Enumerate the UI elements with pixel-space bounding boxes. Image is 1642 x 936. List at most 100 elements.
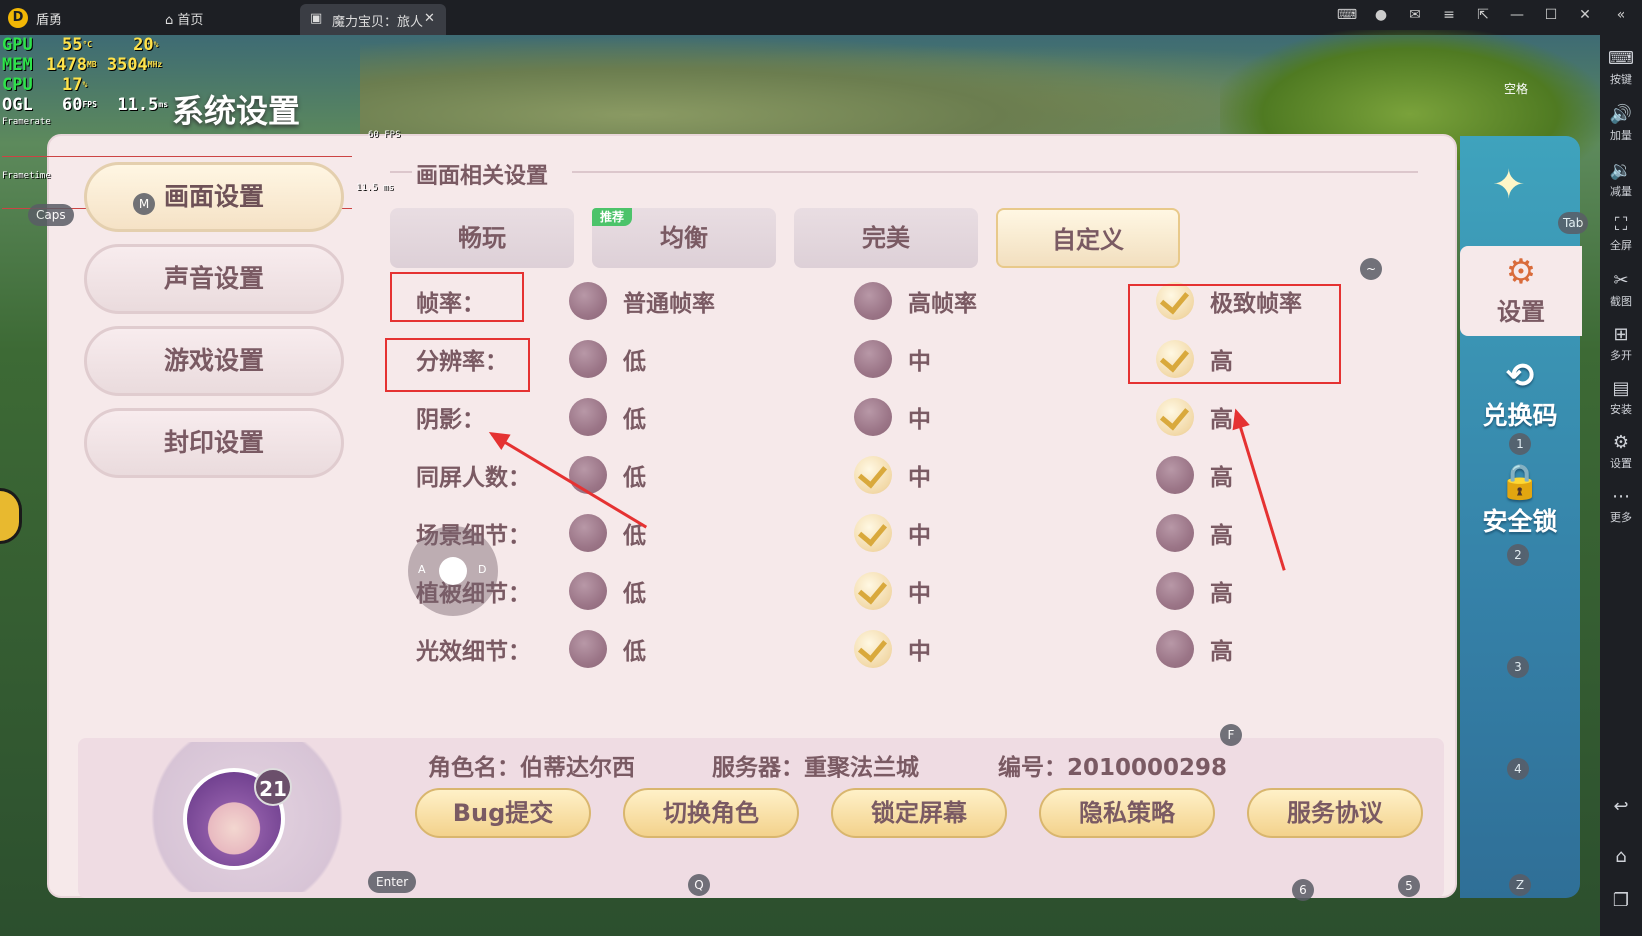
home-tab[interactable]: ⌂ 首页 bbox=[165, 9, 203, 28]
back-button[interactable]: ↩ bbox=[1600, 797, 1642, 819]
maximize-icon[interactable]: ☐ bbox=[1540, 7, 1562, 27]
setting-option-label[interactable]: 中 bbox=[908, 458, 931, 492]
volume-down-button[interactable]: 🔉 减量 bbox=[1600, 161, 1642, 199]
keymap-button[interactable]: ⌨ 按键 bbox=[1600, 49, 1642, 87]
android-home-button[interactable]: ⌂ bbox=[1600, 847, 1642, 869]
setting-radio[interactable] bbox=[569, 572, 607, 610]
frametime-value: 11.5 bbox=[117, 95, 159, 115]
setting-option-label[interactable]: 中 bbox=[908, 574, 931, 608]
recommended-badge: 推荐 bbox=[592, 208, 632, 226]
hotkey-tab: Tab bbox=[1558, 212, 1589, 234]
setting-radio[interactable] bbox=[854, 514, 892, 552]
install-apk-button[interactable]: ▤ 安装 bbox=[1600, 379, 1642, 417]
recent-apps-button[interactable]: ❐ bbox=[1600, 891, 1642, 913]
setting-radio[interactable] bbox=[854, 572, 892, 610]
joystick-knob[interactable] bbox=[439, 557, 467, 585]
game-menu-settings[interactable]: ⚙ 设置 bbox=[1460, 246, 1582, 336]
mem-unit: MB bbox=[86, 60, 97, 69]
service-agreement-button[interactable]: 服务协议 bbox=[1247, 788, 1423, 838]
hotkey-f: F bbox=[1220, 724, 1242, 746]
account-icon[interactable]: ● bbox=[1370, 7, 1392, 27]
screenshot-label: 截图 bbox=[1610, 295, 1632, 308]
setting-radio[interactable] bbox=[854, 340, 892, 378]
setting-radio[interactable] bbox=[1156, 630, 1194, 668]
preset-custom[interactable]: 自定义 bbox=[996, 208, 1180, 268]
setting-option-label[interactable]: 普通帧率 bbox=[623, 284, 715, 318]
setting-option-label[interactable]: 中 bbox=[908, 342, 931, 376]
setting-radio[interactable] bbox=[569, 398, 607, 436]
setting-radio[interactable] bbox=[1156, 514, 1194, 552]
setting-radio[interactable] bbox=[1156, 456, 1194, 494]
pin-icon[interactable]: ⇱ bbox=[1472, 7, 1494, 27]
close-star-icon[interactable]: ✦ bbox=[1492, 162, 1526, 208]
more-button[interactable]: ⋯ 更多 bbox=[1600, 487, 1642, 525]
service-agreement-label: 服务协议 bbox=[1287, 799, 1383, 827]
hotkey-2: 2 bbox=[1507, 544, 1529, 566]
app-logo-icon: D bbox=[8, 8, 28, 28]
emulator-settings-button[interactable]: ⚙ 设置 bbox=[1600, 433, 1642, 471]
keyboard-icon: ⌨ bbox=[1608, 48, 1634, 69]
switch-character-button[interactable]: 切换角色 bbox=[623, 788, 799, 838]
nav-seal-settings[interactable]: 封印设置 bbox=[84, 408, 344, 478]
setting-option-label[interactable]: 高 bbox=[1210, 574, 1233, 608]
fullscreen-button[interactable]: ⛶ 全屏 bbox=[1600, 215, 1642, 253]
close-tab-icon[interactable]: ✕ bbox=[424, 11, 435, 26]
setting-option-label[interactable]: 高 bbox=[1210, 458, 1233, 492]
setting-option-label[interactable]: 中 bbox=[908, 400, 931, 434]
screenshot-button[interactable]: ✂ 截图 bbox=[1600, 271, 1642, 309]
setting-radio[interactable] bbox=[569, 340, 607, 378]
game-menu-redeem[interactable]: ⟲ 兑换码 bbox=[1470, 356, 1570, 432]
setting-radio[interactable] bbox=[854, 630, 892, 668]
gear-icon: ⚙ bbox=[1612, 432, 1630, 453]
setting-radio[interactable] bbox=[854, 456, 892, 494]
section-title: 画面相关设置 bbox=[416, 164, 549, 189]
gamepad-icon[interactable]: ⌨ bbox=[1336, 7, 1358, 27]
setting-option-label[interactable]: 低 bbox=[623, 632, 646, 666]
setting-radio[interactable] bbox=[569, 630, 607, 668]
nav-game-settings[interactable]: 游戏设置 bbox=[84, 326, 344, 396]
game-menu-security-lock[interactable]: 🔒 安全锁 bbox=[1470, 462, 1570, 538]
virtual-joystick[interactable]: A D bbox=[408, 526, 498, 616]
game-tab[interactable]: ▣ 魔力宝贝：旅人 ✕ bbox=[300, 4, 446, 35]
mail-icon[interactable]: ✉ bbox=[1404, 7, 1426, 27]
bug-report-label: Bug提交 bbox=[452, 799, 554, 827]
preset-perfect[interactable]: 完美 bbox=[794, 208, 978, 268]
setting-option-label[interactable]: 低 bbox=[623, 342, 646, 376]
privacy-policy-button[interactable]: 隐私策略 bbox=[1039, 788, 1215, 838]
preset-smooth[interactable]: 畅玩 bbox=[390, 208, 574, 268]
setting-option-label[interactable]: 中 bbox=[908, 632, 931, 666]
setting-radio[interactable] bbox=[569, 514, 607, 552]
setting-option-label[interactable]: 低 bbox=[623, 574, 646, 608]
setting-radio[interactable] bbox=[569, 456, 607, 494]
ogl-label: OGL bbox=[2, 95, 33, 115]
setting-radio[interactable] bbox=[854, 398, 892, 436]
game-tab-icon: ▣ bbox=[310, 11, 323, 26]
close-window-icon[interactable]: ✕ bbox=[1574, 7, 1596, 27]
setting-option-label[interactable]: 高帧率 bbox=[908, 284, 977, 318]
setting-option-label[interactable]: 低 bbox=[623, 400, 646, 434]
setting-radio[interactable] bbox=[569, 282, 607, 320]
hotkey-6: 6 bbox=[1292, 879, 1314, 901]
setting-option-label[interactable]: 中 bbox=[908, 516, 931, 550]
bug-report-button[interactable]: Bug提交 bbox=[415, 788, 591, 838]
minimize-icon[interactable]: — bbox=[1506, 7, 1528, 27]
fullscreen-label: 全屏 bbox=[1610, 239, 1632, 252]
setting-radio[interactable] bbox=[854, 282, 892, 320]
cpu-load: 17 bbox=[62, 75, 83, 95]
nav-display-settings[interactable]: 画面设置 bbox=[84, 162, 344, 232]
page-title: 系统设置 bbox=[172, 92, 301, 130]
perf-overlay: GPU 55°C 20% MEM 1478MB 3504MHz CPU 17% OGL… bbox=[2, 35, 168, 115]
highlight-selected-options bbox=[1128, 284, 1341, 384]
lock-screen-button[interactable]: 锁定屏幕 bbox=[831, 788, 1007, 838]
setting-option-label[interactable]: 高 bbox=[1210, 632, 1233, 666]
setting-radio[interactable] bbox=[1156, 398, 1194, 436]
multi-instance-button[interactable]: ⊞ 多开 bbox=[1600, 325, 1642, 363]
nav-sound-settings[interactable]: 声音设置 bbox=[84, 244, 344, 314]
collapse-sidebar-icon[interactable]: « bbox=[1610, 7, 1632, 27]
volume-up-button[interactable]: 🔊 加量 bbox=[1600, 105, 1642, 143]
privacy-policy-label: 隐私策略 bbox=[1079, 799, 1175, 827]
setting-option-label[interactable]: 低 bbox=[623, 458, 646, 492]
setting-radio[interactable] bbox=[1156, 572, 1194, 610]
setting-option-label[interactable]: 高 bbox=[1210, 516, 1233, 550]
menu-icon[interactable]: ≡ bbox=[1438, 7, 1460, 27]
